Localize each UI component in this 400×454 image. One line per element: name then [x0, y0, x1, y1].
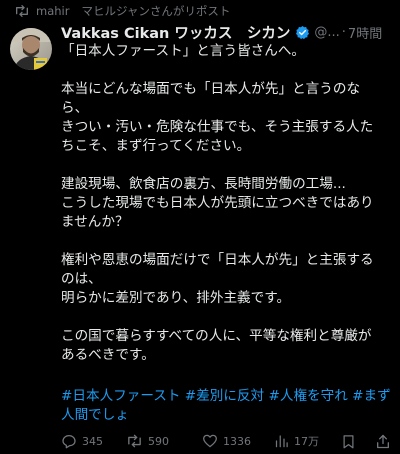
share-button[interactable]: [375, 432, 391, 450]
bookmark-icon: [343, 434, 354, 448]
post-text-line: 明らかに差別であり、排外主義です。: [61, 290, 291, 306]
post-text-line: ら、: [61, 100, 89, 116]
display-name[interactable]: Vakkas Cikan ワッカス シカン: [61, 22, 290, 42]
like-button[interactable]: 1336: [202, 432, 251, 450]
post-text-line: [61, 308, 393, 327]
post-text-line: [61, 232, 393, 251]
reply-button[interactable]: 345: [61, 432, 103, 450]
meta-separator: ·: [341, 24, 346, 40]
views-button[interactable]: 17万: [274, 432, 319, 450]
post-text-line: あるべきです。: [61, 347, 155, 363]
action-bar: 345 590 1336 17万: [61, 432, 393, 450]
hashtag-link[interactable]: #日本人ファースト: [61, 388, 180, 404]
post-text-line: [61, 156, 393, 175]
post-text: 「日本人ファースト」と言う皆さんへ。 本当にどんな場面でも「日本人が先」と言うの…: [61, 42, 393, 365]
post-text-line: 権利や恩恵の場面だけで「日本人が先」と主張する: [61, 252, 374, 268]
repost-button[interactable]: 590: [126, 432, 169, 450]
heart-icon: [203, 434, 217, 448]
post-text-line: 「日本人ファースト」と言う皆さんへ。: [61, 43, 306, 59]
reply-count: 345: [82, 434, 103, 448]
post-text-line: 本当にどんな場面でも「日本人が先」と言うのな: [61, 81, 361, 97]
post-text-line: [61, 61, 393, 80]
like-count: 1336: [223, 434, 251, 448]
verified-badge-icon: [296, 25, 310, 39]
user-handle[interactable]: @...: [314, 25, 339, 40]
reply-icon: [62, 435, 76, 449]
repost-label: マヒルジャンさんがリポスト: [81, 4, 231, 18]
repost-context: mahir マヒルジャンさんがリポスト: [14, 3, 230, 19]
repost-count: 590: [148, 434, 169, 448]
bookmark-button[interactable]: [341, 432, 356, 450]
post-header: Vakkas Cikan ワッカス シカン @... · 7時間: [61, 22, 393, 42]
post-text-line: ませんか？: [61, 214, 129, 230]
repost-icon: [128, 434, 141, 448]
share-icon: [377, 434, 389, 448]
views-count: 17万: [294, 435, 319, 448]
hashtag-link[interactable]: #人権を守れ: [268, 388, 347, 404]
hashtag-link[interactable]: #差別に反対: [185, 388, 264, 404]
avatar[interactable]: [10, 28, 52, 70]
post-text-line: のは、: [61, 271, 102, 287]
post-text-line: ちこそ、まず行ってください。: [61, 138, 251, 154]
post-text-line: きつい・汚い・危険な仕事でも、そう主張する人た: [61, 119, 374, 135]
repost-icon: [14, 4, 30, 18]
hashtag-list: #日本人ファースト #差別に反対 #人権を守れ #まず人間でしょ: [61, 387, 393, 425]
repost-username[interactable]: mahir: [36, 4, 69, 18]
post-text-line: 建設現場、飲食店の裏方、長時間労働の工場...: [61, 176, 346, 192]
post-timestamp[interactable]: 7時間: [348, 23, 382, 42]
post-text-line: この国で暮らすすべての人に、平等な権利と尊厳が: [61, 328, 372, 344]
views-chart-icon: [275, 435, 288, 448]
post-text-line: こうした現場でも日本人が先頭に立つべきではあり: [61, 195, 374, 211]
